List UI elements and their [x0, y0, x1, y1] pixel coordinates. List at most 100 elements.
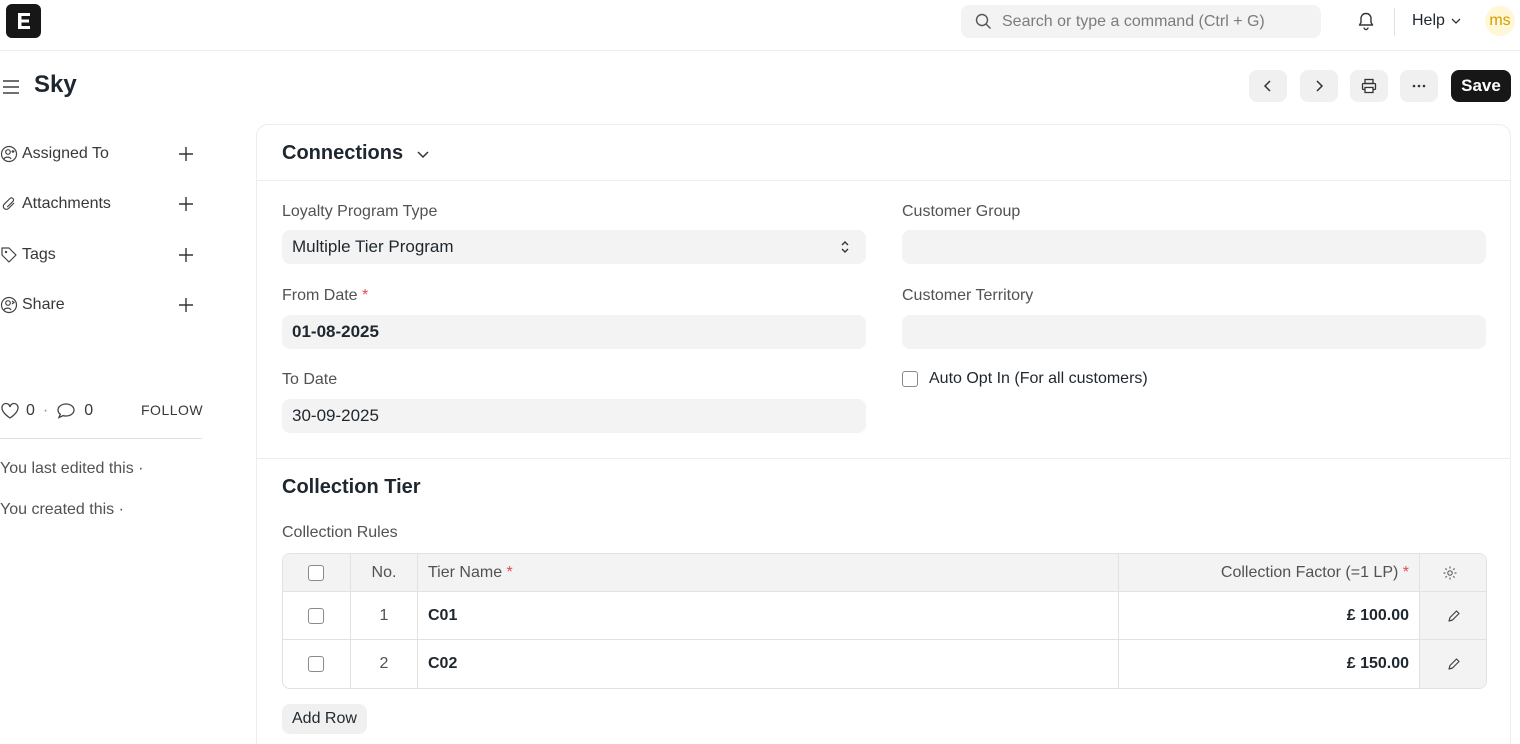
required-marker: *: [506, 563, 513, 581]
required-marker: *: [362, 287, 369, 304]
save-button[interactable]: Save: [1451, 70, 1511, 102]
app-logo[interactable]: [6, 4, 41, 38]
settings-gear-icon[interactable]: [1442, 565, 1458, 581]
chevron-down-icon: [1451, 18, 1461, 24]
comment-count: 0: [84, 402, 94, 419]
row-checkbox[interactable]: [308, 607, 324, 624]
table-row[interactable]: 1 C01 £ 100.00: [283, 592, 1486, 640]
select-arrows-icon: [841, 241, 849, 253]
like-count: 0: [26, 402, 35, 419]
tag-icon: [1, 247, 17, 263]
connections-title: Connections: [282, 142, 404, 164]
sidebar-item-share[interactable]: Share: [0, 293, 200, 317]
add-assignee-icon[interactable]: [176, 144, 196, 164]
from-date-field[interactable]: 01-08-2025: [282, 315, 866, 349]
notification-bell-icon[interactable]: [1356, 11, 1376, 31]
to-date-value: 30-09-2025: [292, 406, 379, 425]
to-date-label: To Date: [282, 371, 338, 388]
collection-rules-label: Collection Rules: [282, 524, 398, 541]
sidebar-item-assigned-to[interactable]: Assigned To: [0, 142, 200, 166]
printer-icon: [1361, 78, 1377, 94]
share-user-icon: [0, 296, 18, 314]
paperclip-icon: [2, 197, 15, 210]
page-title: Sky: [34, 71, 77, 98]
add-row-button[interactable]: Add Row: [282, 704, 367, 734]
add-tag-icon[interactable]: [176, 245, 196, 265]
column-header-collection-factor: Collection Factor (=1 LP) *: [1119, 554, 1409, 591]
tier-name-header-text: Tier Name: [428, 563, 503, 581]
collection-rules-table: No. Tier Name * Collection Factor (=1 LP…: [282, 553, 1487, 689]
sidebar-toggle-icon[interactable]: [2, 78, 20, 96]
previous-doc-button[interactable]: [1249, 70, 1287, 102]
ellipsis-icon: [1412, 84, 1426, 88]
tier-name-cell[interactable]: C01: [428, 592, 457, 639]
row-edit-cell[interactable]: [1420, 640, 1486, 688]
sidebar-item-label: Assigned To: [22, 145, 109, 162]
add-attachment-icon[interactable]: [176, 194, 196, 214]
row-number: 1: [379, 606, 389, 624]
sidebar-item-tags[interactable]: Tags: [0, 243, 200, 267]
connections-section[interactable]: Connections: [257, 125, 1510, 181]
help-dropdown[interactable]: Help: [1412, 12, 1462, 30]
auto-opt-in-checkbox[interactable]: [902, 371, 918, 387]
loyalty-program-type-label: Loyalty Program Type: [282, 203, 438, 220]
column-divider: [417, 554, 418, 591]
select-all-checkbox[interactable]: [308, 564, 324, 581]
row-select-cell: [308, 592, 324, 639]
stats-separator: ·: [42, 402, 49, 419]
user-plus-icon: [0, 145, 18, 163]
search-bar[interactable]: [961, 5, 1321, 38]
edit-pencil-icon[interactable]: [1447, 609, 1461, 623]
avatar-initials: ms: [1489, 12, 1511, 29]
from-date-label-text: From Date: [282, 287, 358, 304]
customer-group-field[interactable]: [902, 230, 1486, 264]
edit-pencil-icon[interactable]: [1447, 657, 1461, 671]
customer-territory-label: Customer Territory: [902, 287, 1034, 304]
search-icon: [975, 13, 991, 29]
from-date-label: From Date *: [282, 287, 368, 305]
navbar-divider: [1394, 8, 1395, 36]
row-edit-cell[interactable]: [1420, 592, 1486, 639]
loyalty-program-type-value: Multiple Tier Program: [292, 237, 454, 256]
chevron-right-icon: [1316, 80, 1324, 92]
column-header-tier-name: Tier Name *: [428, 554, 513, 591]
table-row[interactable]: 2 C02 £ 150.00: [283, 640, 1486, 688]
column-divider: [417, 592, 418, 639]
row-checkbox[interactable]: [308, 656, 324, 672]
customer-group-label: Customer Group: [902, 203, 1021, 220]
to-date-field[interactable]: 30-09-2025: [282, 399, 866, 433]
table-header: No. Tier Name * Collection Factor (=1 LP…: [283, 554, 1486, 592]
heart-icon[interactable]: [0, 402, 20, 420]
search-input[interactable]: [1002, 12, 1302, 31]
user-avatar[interactable]: ms: [1485, 6, 1515, 36]
comment-icon[interactable]: [56, 402, 76, 420]
next-doc-button[interactable]: [1300, 70, 1338, 102]
required-marker: *: [1402, 563, 1409, 581]
row-number: 2: [379, 655, 389, 672]
sidebar-item-attachments[interactable]: Attachments: [0, 192, 200, 216]
collection-tier-title: Collection Tier: [282, 476, 421, 498]
last-edited-note: You last edited this ·: [0, 460, 144, 477]
section-divider: [257, 458, 1510, 459]
sidebar-item-label: Tags: [22, 246, 56, 263]
more-actions-button[interactable]: [1400, 70, 1438, 102]
column-divider: [417, 640, 418, 688]
tier-name-cell[interactable]: C02: [428, 640, 457, 688]
auto-opt-in-label: Auto Opt In (For all customers): [929, 370, 1148, 387]
loyalty-program-type-select[interactable]: Multiple Tier Program: [282, 230, 866, 264]
collection-factor-cell[interactable]: £ 100.00: [1119, 592, 1409, 639]
auto-opt-in-row: Auto Opt In (For all customers): [902, 370, 1148, 388]
add-share-icon[interactable]: [176, 295, 196, 315]
sidebar-item-label: Attachments: [22, 195, 111, 212]
row-select-cell: [308, 640, 324, 688]
column-settings-cell[interactable]: [1442, 554, 1458, 591]
erpnext-logo-icon: [17, 13, 30, 29]
connections-toggle[interactable]: Connections: [282, 142, 431, 165]
form-card: Connections Loyalty Program Type Multipl…: [256, 124, 1511, 744]
print-button[interactable]: [1350, 70, 1388, 102]
customer-territory-field[interactable]: [902, 315, 1486, 349]
column-header-no: No.: [371, 563, 397, 581]
follow-button[interactable]: FOLLOW: [141, 402, 203, 418]
collection-factor-cell[interactable]: £ 150.00: [1119, 640, 1409, 688]
column-divider: [1419, 554, 1420, 591]
